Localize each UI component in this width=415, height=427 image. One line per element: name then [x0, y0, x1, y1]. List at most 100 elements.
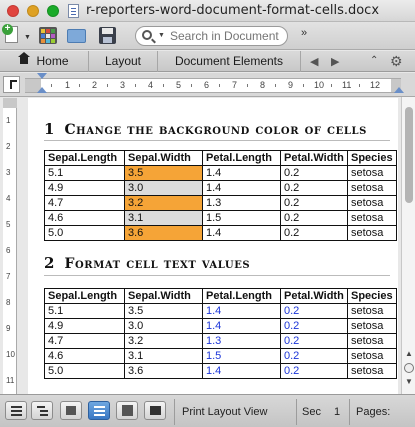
- scrollbar-thumb[interactable]: [405, 107, 413, 203]
- save-button[interactable]: [97, 25, 117, 47]
- print-layout-icon: [94, 410, 105, 412]
- chevron-left-icon[interactable]: ◀: [310, 55, 318, 68]
- table-cell: 1.4: [202, 303, 281, 319]
- gear-icon[interactable]: ⚙: [390, 53, 403, 70]
- table-cell: setosa: [347, 195, 397, 211]
- search-box[interactable]: ▼: [135, 26, 288, 46]
- close-window-button[interactable]: [7, 5, 19, 17]
- ruler-number: 8: [260, 80, 266, 90]
- vertical-scrollbar[interactable]: ▲ ▼: [401, 97, 415, 394]
- notebook-view-button[interactable]: [116, 401, 138, 420]
- ruler-number: 11: [342, 80, 352, 90]
- table-cell: 3.2: [124, 333, 203, 349]
- new-document-button[interactable]: +: [2, 24, 21, 47]
- ruler-tick: [51, 84, 52, 87]
- table-row: 4.7 3.2 1.3 0.2 setosa: [44, 195, 397, 211]
- status-bar: Print Layout View Sec 1 Pages:: [0, 394, 415, 427]
- column-header: Petal.Width: [280, 150, 348, 166]
- ruler-tick: [331, 84, 332, 87]
- table-cell: 1.5: [202, 210, 281, 226]
- vertical-ruler-number: 4: [6, 194, 11, 203]
- search-input[interactable]: [170, 29, 282, 43]
- right-indent-marker[interactable]: [394, 87, 404, 93]
- ruler-number: 7: [232, 80, 238, 90]
- outline-view-icon: [37, 406, 45, 408]
- status-divider: [349, 399, 350, 425]
- search-icon[interactable]: [142, 30, 152, 40]
- table-cell: 3.1: [124, 210, 203, 226]
- left-indent-marker[interactable]: [37, 87, 47, 93]
- section-heading: 1 Change the background color of cells: [44, 120, 367, 138]
- vertical-ruler[interactable]: 1 2 3 4 5 6 7 8 9 10 11: [3, 98, 17, 394]
- column-header: Species: [347, 150, 397, 166]
- table-cell: 1.5: [202, 348, 281, 364]
- focus-view-button[interactable]: [144, 401, 166, 420]
- column-header: Petal.Length: [202, 150, 281, 166]
- chevron-down-icon[interactable]: ▼: [158, 32, 165, 39]
- tab-stop-selector[interactable]: [3, 76, 20, 93]
- draft-view-button[interactable]: [5, 401, 27, 420]
- tab-layout[interactable]: Layout: [89, 51, 158, 72]
- ruler-tick: [163, 84, 164, 87]
- table-cell: 5.1: [44, 303, 125, 319]
- minimize-window-button[interactable]: [27, 5, 39, 17]
- column-header: Species: [347, 288, 397, 304]
- table-cell: 1.3: [202, 333, 281, 349]
- draft-view-icon: [11, 414, 22, 416]
- table-cell: 0.2: [280, 210, 348, 226]
- ruler-tick: [79, 84, 80, 87]
- horizontal-ruler[interactable]: 1 2 3 4 5 6 7 8 9 10 11 12: [25, 78, 401, 93]
- table-cell: setosa: [347, 225, 397, 241]
- open-button[interactable]: [66, 25, 88, 47]
- ribbon-collapse-icon[interactable]: ⌃: [370, 55, 378, 66]
- tab-home[interactable]: Home: [0, 51, 89, 72]
- data-table-background[interactable]: Sepal.Length Sepal.Width Petal.Length Pe…: [44, 150, 397, 241]
- vertical-ruler-number: 11: [6, 376, 15, 385]
- table-cell: setosa: [347, 333, 397, 349]
- table-header-row: Sepal.Length Sepal.Width Petal.Length Pe…: [44, 150, 397, 166]
- view-mode-label: Print Layout View: [182, 406, 268, 418]
- previous-page-icon[interactable]: ▲: [403, 349, 415, 361]
- gallery-button[interactable]: [38, 25, 58, 47]
- document-page[interactable]: 1 Change the background color of cells Se…: [28, 98, 398, 394]
- status-divider: [296, 399, 297, 425]
- table-cell: 0.2: [280, 318, 348, 334]
- print-layout-view-button[interactable]: [88, 401, 110, 420]
- pages-label: Pages:: [356, 406, 391, 418]
- table-cell: 0.2: [280, 333, 348, 349]
- vertical-ruler-top-margin: [3, 98, 17, 108]
- tab-document-elements[interactable]: Document Elements: [158, 51, 301, 72]
- heading-rule: [44, 275, 390, 276]
- zoom-window-button[interactable]: [47, 5, 59, 17]
- table-cell: 0.2: [280, 348, 348, 364]
- chevron-down-icon[interactable]: ▼: [24, 34, 31, 41]
- chevron-right-icon[interactable]: ▶: [331, 55, 339, 68]
- table-cell: 3.5: [124, 165, 203, 181]
- data-table-text-format[interactable]: Sepal.Length Sepal.Width Petal.Length Pe…: [44, 288, 397, 379]
- ruler-tick: [219, 84, 220, 87]
- next-page-icon[interactable]: ▼: [403, 377, 415, 389]
- toolbar-overflow-icon[interactable]: »: [301, 27, 307, 39]
- table-cell: 0.2: [280, 363, 348, 379]
- table-cell: setosa: [347, 363, 397, 379]
- ruler-tick: [135, 84, 136, 87]
- publishing-view-button[interactable]: [60, 401, 82, 420]
- outline-view-button[interactable]: [31, 401, 53, 420]
- ruler-area: 1 2 3 4 5 6 7 8 9 10 11 12: [0, 73, 415, 97]
- ruler-tick: [359, 84, 360, 87]
- table-row: 4.9 3.0 1.4 0.2 setosa: [44, 318, 397, 334]
- section-number: 2: [44, 254, 55, 272]
- vertical-ruler-number: 5: [6, 220, 11, 229]
- ruler-number: 6: [204, 80, 210, 90]
- table-cell: 4.6: [44, 348, 125, 364]
- table-cell: 1.4: [202, 318, 281, 334]
- table-row: 4.9 3.0 1.4 0.2 setosa: [44, 180, 397, 196]
- document-area[interactable]: 1 Change the background color of cells Se…: [18, 98, 401, 394]
- table-cell: 1.4: [202, 165, 281, 181]
- heading-rule: [44, 140, 390, 141]
- vertical-ruler-number: 8: [6, 298, 11, 307]
- column-header: Sepal.Length: [44, 288, 125, 304]
- first-line-indent-marker[interactable]: [37, 73, 47, 79]
- gallery-icon: [39, 27, 57, 44]
- browse-object-icon[interactable]: [404, 363, 414, 373]
